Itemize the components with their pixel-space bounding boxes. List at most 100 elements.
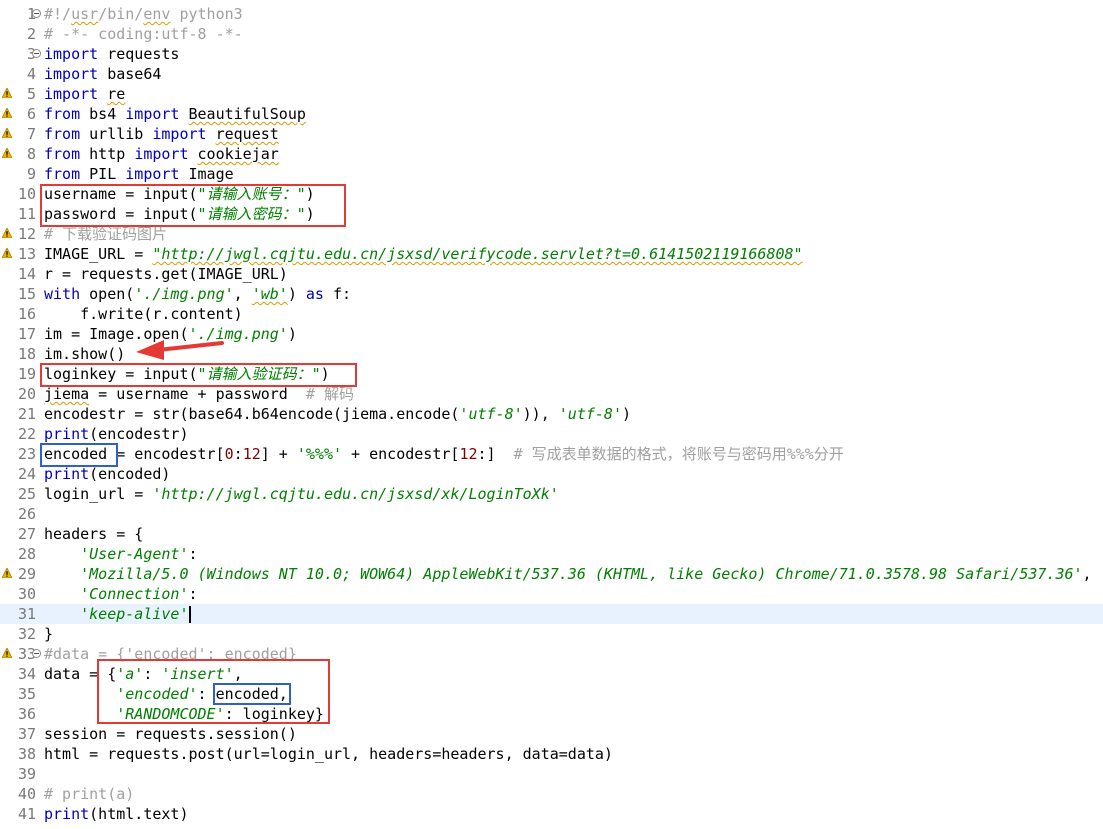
- code-line[interactable]: 4 import base64: [0, 64, 1103, 84]
- code-token: :: [188, 545, 198, 563]
- code-token: requests: [98, 45, 180, 63]
- code-line[interactable]: 32}: [0, 624, 1103, 644]
- code-line[interactable]: 33 #data = {'encoded': encoded}: [0, 644, 1103, 664]
- code-token: from: [44, 125, 81, 143]
- code-line[interactable]: 2 # -*- coding:utf-8 -*-: [0, 24, 1103, 44]
- code-line[interactable]: 29 'Mozilla/5.0 (Windows NT 10.0; WOW64)…: [0, 564, 1103, 584]
- line-number: 39: [17, 765, 36, 783]
- code-line[interactable]: 16 f.write(r.content): [0, 304, 1103, 324]
- code-token: 12: [242, 445, 261, 463]
- code-line[interactable]: 35 'encoded': encoded,: [0, 684, 1103, 704]
- code-line[interactable]: 10 username = input("请输入账号："): [0, 184, 1103, 204]
- code-line[interactable]: 5 import re: [0, 84, 1103, 104]
- code-text: r = requests.get(IMAGE_URL): [44, 264, 288, 284]
- code-token: as: [305, 285, 324, 303]
- code-line[interactable]: 34 data = {'a': 'insert',: [0, 664, 1103, 684]
- code-token: import: [125, 165, 180, 183]
- line-number: 20: [17, 385, 36, 403]
- code-text: IMAGE_URL = "http://jwgl.cqjtu.edu.cn/js…: [44, 244, 803, 264]
- code-token: './img.png': [134, 285, 234, 303]
- code-text: import requests: [44, 44, 179, 64]
- code-line[interactable]: 37 session = requests.session(): [0, 724, 1103, 744]
- code-token: IMAGE_URL =: [44, 245, 153, 263]
- code-line[interactable]: 28 'User-Agent':: [0, 544, 1103, 564]
- code-text: 'Mozilla/5.0 (Windows NT 10.0; WOW64) Ap…: [44, 564, 1091, 584]
- code-token: :: [233, 445, 243, 463]
- code-token: request: [215, 125, 279, 143]
- code-token: f.write(r.content): [44, 305, 243, 323]
- code-line[interactable]: 1 #!/usr/bin/env python3: [0, 4, 1103, 24]
- code-line[interactable]: 25 login_url = 'http://jwgl.cqjtu.edu.cn/…: [0, 484, 1103, 504]
- code-text: from bs4 import BeautifulSoup: [44, 104, 306, 124]
- code-line[interactable]: 41 print(html.text): [0, 804, 1103, 824]
- fold-toggle-icon[interactable]: [32, 9, 41, 18]
- code-line[interactable]: 26: [0, 504, 1103, 524]
- fold-toggle-icon[interactable]: [32, 649, 41, 658]
- code-token: from: [44, 165, 81, 183]
- code-token: 'utf-8': [558, 405, 622, 423]
- code-line[interactable]: 20 jiema = username + password # 解码: [0, 384, 1103, 404]
- code-line[interactable]: 21 encodestr = str(base64.b64encode(jiema…: [0, 404, 1103, 424]
- code-line[interactable]: 38 html = requests.post(url=login_url, he…: [0, 744, 1103, 764]
- code-text: #data = {'encoded': encoded}: [44, 644, 297, 664]
- code-line[interactable]: 15 with open('./img.png', 'wb') as f:: [0, 284, 1103, 304]
- line-number: 24: [17, 465, 36, 483]
- line-number: 28: [17, 545, 36, 563]
- code-line[interactable]: 6 from bs4 import BeautifulSoup: [0, 104, 1103, 124]
- code-token: import: [152, 125, 207, 143]
- code-token: # 解码: [305, 385, 354, 403]
- code-line[interactable]: 39: [0, 764, 1103, 784]
- code-line[interactable]: 11 password = input("请输入密码："): [0, 204, 1103, 224]
- line-number: 9: [26, 165, 36, 183]
- code-token: 'encoded': [116, 685, 198, 703]
- code-text: login_url = 'http://jwgl.cqjtu.edu.cn/js…: [44, 484, 559, 504]
- fold-toggle-icon[interactable]: [32, 49, 41, 58]
- code-token: :: [143, 665, 162, 683]
- line-number: 19: [17, 365, 36, 383]
- code-line[interactable]: 13 IMAGE_URL = "http://jwgl.cqjtu.edu.cn/…: [0, 244, 1103, 264]
- line-number: 22: [17, 425, 36, 443]
- code-token: import: [125, 105, 180, 123]
- code-token: print: [44, 805, 90, 823]
- code-line[interactable]: 7 from urllib import request: [0, 124, 1103, 144]
- code-token: r = requests.get(IMAGE_URL): [44, 265, 288, 283]
- code-text: 'RANDOMCODE': loginkey}: [44, 704, 324, 724]
- code-token: session = requests.session(): [44, 725, 297, 743]
- code-token: : encoded,: [197, 685, 288, 703]
- code-line[interactable]: 36 'RANDOMCODE': loginkey}: [0, 704, 1103, 724]
- code-token: ): [305, 205, 315, 223]
- code-token: (encodestr): [89, 425, 189, 443]
- code-token: PIL: [80, 165, 126, 183]
- code-token: ): [287, 325, 297, 343]
- code-line[interactable]: 40 # print(a): [0, 784, 1103, 804]
- line-number: 35: [17, 685, 36, 703]
- code-token: # -*- coding:utf-8 -*-: [44, 25, 243, 43]
- code-token: username = input(: [44, 185, 198, 203]
- code-line[interactable]: 14 r = requests.get(IMAGE_URL): [0, 264, 1103, 284]
- code-token: bs4: [80, 105, 126, 123]
- code-token: 'insert': [161, 665, 234, 683]
- code-text: import base64: [44, 64, 161, 84]
- code-token: 'User-Agent': [80, 545, 189, 563]
- line-number: 16: [17, 305, 36, 323]
- code-line[interactable]: 27 headers = {: [0, 524, 1103, 544]
- code-token: jiema: [44, 385, 90, 403]
- line-number: 13: [17, 245, 36, 263]
- code-line[interactable]: 23 encoded = encodestr[0:12] + '%%%' + en…: [0, 444, 1103, 464]
- code-line[interactable]: 3 import requests: [0, 44, 1103, 64]
- code-line[interactable]: 9 from PIL import Image: [0, 164, 1103, 184]
- code-editor[interactable]: 1 #!/usr/bin/env python3 2 # -*- coding:utf…: [0, 0, 1103, 829]
- code-line[interactable]: 31 'keep-alive': [0, 604, 1103, 624]
- code-line[interactable]: 30 'Connection':: [0, 584, 1103, 604]
- code-text: 'encoded': encoded,: [44, 684, 288, 704]
- code-line[interactable]: 12 # 下载验证码图片: [0, 224, 1103, 244]
- code-text: f.write(r.content): [44, 304, 243, 324]
- code-line[interactable]: 24 print(encoded): [0, 464, 1103, 484]
- code-token: # 下载验证码图片: [44, 225, 168, 243]
- code-token: data = {: [44, 665, 117, 683]
- code-line[interactable]: 8 from http import cookiejar: [0, 144, 1103, 164]
- code-line[interactable]: 22 print(encodestr): [0, 424, 1103, 444]
